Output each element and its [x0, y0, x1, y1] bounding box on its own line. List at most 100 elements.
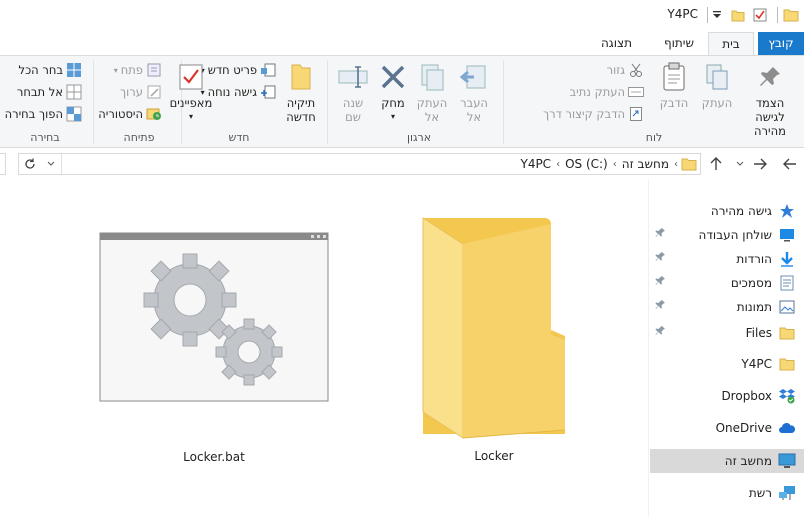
customize-quick-access-icon[interactable]: [708, 6, 726, 24]
navigation-pane: גישה מהירה שולחן העבודה הורדות מסמכים תמ…: [648, 179, 804, 517]
pin-icon[interactable]: [652, 325, 666, 339]
paste-icon: [657, 60, 691, 94]
breadcrumb-y4pc[interactable]: Y4PC: [517, 157, 554, 171]
group-label-new: חדש: [228, 131, 250, 144]
recent-locations-chevron-icon[interactable]: [734, 154, 746, 174]
tab-share[interactable]: שיתוף: [652, 32, 706, 55]
pin-icon: [753, 60, 787, 94]
nav-item-downloads[interactable]: הורדות: [650, 247, 804, 271]
properties-icon: [174, 60, 208, 94]
copy-icon: [700, 60, 734, 94]
folder-icon: [778, 324, 796, 342]
breadcrumb-os-c[interactable]: OS (C:): [562, 157, 611, 171]
edit-icon: [146, 84, 162, 100]
invert-selection-button[interactable]: הפוך בחירה: [5, 106, 82, 122]
search-box[interactable]: [0, 153, 6, 175]
forward-arrow-icon[interactable]: [750, 154, 770, 174]
select-all-button[interactable]: בחר הכל: [19, 62, 82, 78]
delete-x-icon: [376, 60, 410, 94]
file-item-locker-bat[interactable]: Locker.bat: [98, 232, 330, 464]
paste-shortcut-icon: [628, 106, 644, 122]
pin-icon[interactable]: [652, 299, 666, 313]
history-button[interactable]: היסטוריה: [98, 106, 162, 122]
paste-button[interactable]: הדבק: [654, 60, 694, 110]
network-icon: [778, 484, 796, 502]
large-folder-icon: [422, 217, 566, 439]
rename-icon: [336, 60, 370, 94]
folder-icon: [782, 6, 800, 24]
invert-selection-icon: [66, 106, 82, 122]
nav-item-network[interactable]: רשת: [650, 481, 804, 505]
nav-item-files[interactable]: Files: [650, 321, 804, 345]
dropbox-icon: [778, 387, 796, 405]
tab-home[interactable]: בית: [708, 32, 754, 55]
open-icon: [146, 62, 162, 78]
nav-item-y4pc[interactable]: Y4PC: [650, 352, 804, 376]
file-item-locker-folder[interactable]: Locker: [406, 216, 582, 463]
paste-shortcut-button[interactable]: הדבק קיצור דרך: [543, 106, 644, 122]
group-label-organize: ארגון: [406, 131, 432, 144]
delete-button[interactable]: מחק ▾: [376, 60, 410, 124]
nav-item-onedrive[interactable]: OneDrive: [650, 416, 804, 440]
history-icon: [146, 106, 162, 122]
properties-quick-icon[interactable]: [751, 6, 769, 24]
refresh-icon[interactable]: [19, 158, 41, 170]
ribbon-tabs: קובץ בית שיתוף תצוגה: [0, 32, 804, 55]
batch-file-gears-icon: [99, 232, 329, 402]
back-arrow-icon[interactable]: [780, 154, 800, 174]
desktop-icon: [778, 226, 796, 244]
properties-button[interactable]: מאפיינים ▾: [166, 60, 216, 124]
nav-item-this-pc[interactable]: מחשב זה: [650, 449, 804, 473]
nav-item-dropbox[interactable]: Dropbox: [650, 384, 804, 408]
group-label-clipboard: לוח: [645, 131, 663, 144]
pictures-icon: [778, 298, 796, 316]
cut-button[interactable]: גזור: [607, 62, 644, 78]
copy-path-button[interactable]: העתק נתיב: [570, 84, 644, 100]
pin-icon[interactable]: [652, 251, 666, 265]
nav-item-desktop[interactable]: שולחן העבודה: [650, 223, 804, 247]
explorer-window: Y4PC קובץ בית שיתוף תצוגה הצמד לגישה מהי…: [0, 0, 804, 517]
file-name: Locker.bat: [183, 450, 245, 464]
move-to-icon: [457, 60, 491, 94]
move-to-button[interactable]: העבר אל: [452, 60, 496, 124]
group-label-select: בחירה: [30, 131, 60, 144]
navigation-bar: › מחשב זה › OS (C:) › Y4PC: [0, 149, 804, 179]
nav-item-pictures[interactable]: תמונות: [650, 295, 804, 319]
onedrive-icon: [778, 419, 796, 437]
nav-item-quick-access[interactable]: גישה מהירה: [650, 199, 804, 223]
easy-access-icon: [260, 84, 276, 100]
select-none-icon: [66, 84, 82, 100]
nav-item-documents[interactable]: מסמכים: [650, 271, 804, 295]
star-icon: [778, 202, 796, 220]
address-dropdown-chevron-icon[interactable]: [41, 161, 61, 167]
edit-button[interactable]: ערוך: [120, 84, 162, 100]
group-label-open: פתיחה: [123, 131, 155, 144]
select-none-button[interactable]: אל תבחר: [17, 84, 82, 100]
file-name: Locker: [474, 449, 514, 463]
copy-path-icon: [628, 84, 644, 100]
window-title: Y4PC: [667, 7, 698, 21]
select-all-icon: [66, 62, 82, 78]
ribbon: הצמד לגישה מהירה העתק הדבק גזור העתק נתי…: [0, 55, 804, 148]
new-folder-button[interactable]: תיקיה חדשה: [282, 60, 320, 124]
open-button[interactable]: פתח ▾: [114, 62, 162, 78]
pin-icon[interactable]: [652, 275, 666, 289]
up-arrow-icon[interactable]: [706, 154, 726, 174]
copy-to-button[interactable]: העתק אל: [412, 60, 452, 124]
pin-icon[interactable]: [652, 227, 666, 241]
new-item-icon: [260, 62, 276, 78]
pin-quick-access-button[interactable]: הצמד לגישה מהירה: [740, 60, 800, 138]
copy-to-icon: [415, 60, 449, 94]
new-folder-quick-icon[interactable]: [729, 6, 747, 24]
new-folder-icon: [284, 60, 318, 94]
tab-file[interactable]: קובץ: [758, 32, 804, 55]
breadcrumb-this-pc[interactable]: מחשב זה: [619, 157, 672, 171]
title-bar: Y4PC: [0, 0, 804, 32]
rename-button[interactable]: שנה שם: [336, 60, 370, 124]
tab-view[interactable]: תצוגה: [589, 32, 644, 55]
copy-button[interactable]: העתק: [698, 60, 736, 110]
download-icon: [778, 250, 796, 268]
address-bar[interactable]: › מחשב זה › OS (C:) › Y4PC: [18, 153, 701, 175]
documents-icon: [778, 274, 796, 292]
scissors-icon: [628, 62, 644, 78]
